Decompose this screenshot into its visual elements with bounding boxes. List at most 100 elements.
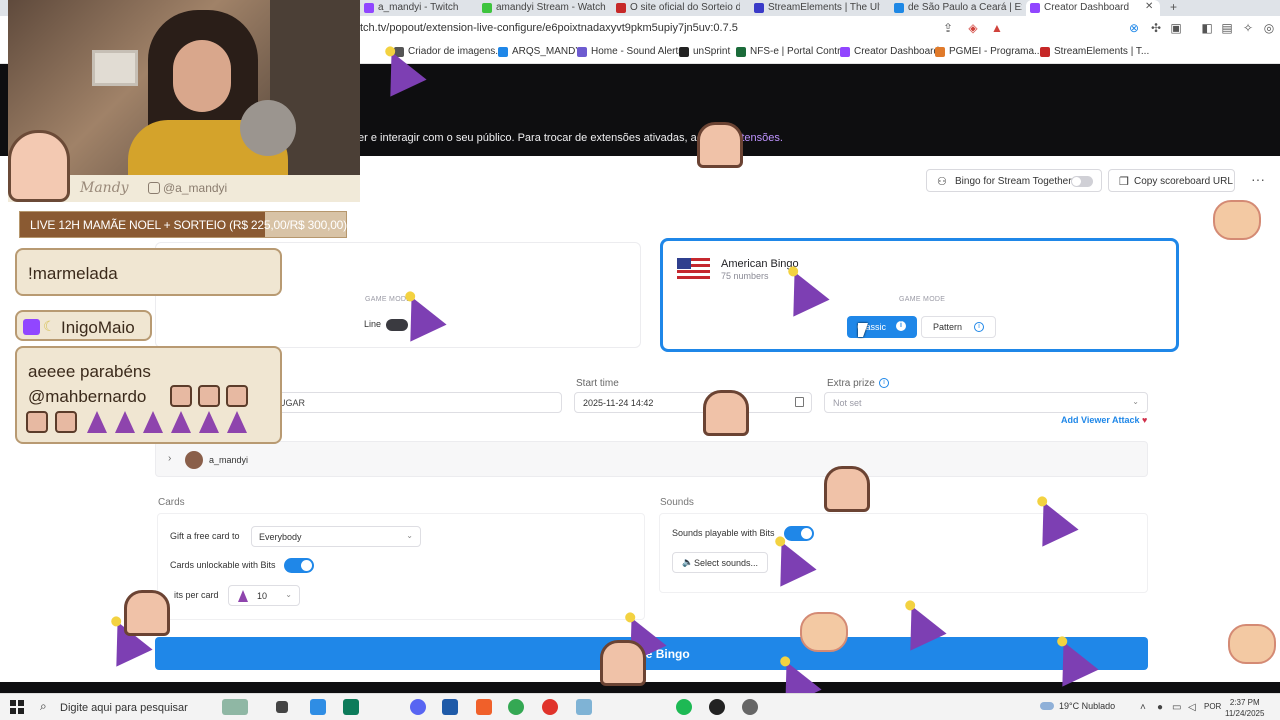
emote-icon — [170, 385, 192, 407]
camera-icon[interactable]: ▣ — [1169, 21, 1183, 35]
tab-twitch[interactable]: a_mandyi - Twitch — [360, 0, 478, 16]
brave-icon[interactable] — [476, 699, 492, 715]
chevron-down-icon: ⌄ — [406, 531, 413, 540]
streamer-face-graphic — [173, 40, 231, 112]
bookmark-item[interactable]: PGMEI - Programa... — [935, 46, 1042, 57]
sounds-section-title: Sounds — [660, 497, 694, 508]
cat-sticker — [1228, 624, 1276, 664]
cat-sticker — [1213, 200, 1261, 240]
brave-shield-icon[interactable]: ◈ — [966, 21, 980, 35]
moon-icon: ☾ — [43, 318, 56, 334]
windows-start-icon[interactable] — [10, 700, 24, 714]
pattern-mode-button[interactable]: Pattern i — [921, 316, 996, 338]
chat-message: !marmelada — [15, 248, 282, 296]
chevron-up-icon[interactable]: ˄ — [1140, 702, 1146, 713]
game-mode-label: GAME MODE — [899, 296, 946, 303]
search-highlight-icon[interactable] — [222, 699, 248, 715]
tab-creator-dashboard[interactable]: Creator Dashboard — [1026, 0, 1160, 16]
streamer-sticker — [124, 590, 170, 636]
task-view-icon[interactable] — [276, 701, 288, 713]
add-viewer-attack-link[interactable]: Add Viewer Attack ♥ — [1061, 415, 1147, 425]
clock[interactable]: 2:37 PM 11/24/2025 — [1225, 697, 1264, 719]
sorteio-icon — [616, 3, 626, 13]
discord-icon[interactable] — [410, 699, 426, 715]
bookmark-item[interactable]: StreamElements | T... — [1040, 46, 1149, 57]
emote-icon — [26, 411, 48, 433]
copy-scoreboard-url-button[interactable]: ❐ Copy scoreboard URL — [1108, 169, 1235, 192]
cards-unlockable-label: Cards unlockable with Bits — [170, 560, 276, 570]
extension-icon[interactable]: ⊗ — [1127, 21, 1141, 35]
opera-icon[interactable] — [542, 699, 558, 715]
close-tab-icon[interactable]: ✕ — [1145, 1, 1153, 12]
party-hat-emote-icon — [87, 411, 107, 433]
streamer-row[interactable]: › a_mandyi — [155, 441, 1148, 477]
twitch-icon — [364, 3, 374, 13]
nfse-icon — [736, 47, 746, 57]
volume-icon[interactable]: ◁ — [1188, 702, 1196, 713]
stream-together-toggle-button[interactable]: ⚇ Bingo for Stream Together — [926, 169, 1102, 192]
chevron-down-icon: ⌄ — [285, 590, 292, 599]
chevron-right-icon[interactable]: › — [168, 453, 171, 464]
streamelements-icon — [754, 3, 764, 13]
bits-per-card-select[interactable]: 10 ⌄ — [228, 585, 300, 606]
tab-sorteio[interactable]: O site oficial do Sorteio de — [612, 0, 740, 16]
edge-icon[interactable] — [343, 699, 359, 715]
streamer-sticker — [697, 122, 743, 168]
microphone-icon[interactable]: ● — [1157, 702, 1163, 713]
settings-gear-icon[interactable] — [742, 699, 758, 715]
webcam-overlay: Mandy @a_mandyi — [8, 0, 360, 202]
bookmark-item[interactable]: NFS-e | Portal Contr... — [736, 46, 848, 57]
gift-card-select[interactable]: Everybody ⌄ — [251, 526, 421, 547]
wallet-icon[interactable]: ▤ — [1220, 21, 1234, 35]
info-icon[interactable]: i — [896, 321, 906, 331]
bookmark-item[interactable]: unSprint — [679, 46, 730, 57]
tab-streamelements[interactable]: StreamElements | The Ultim — [750, 0, 880, 16]
puzzle-icon[interactable]: ✣ — [1149, 21, 1163, 35]
select-sounds-button[interactable]: 🔈 Select sounds... — [672, 552, 768, 573]
app-icon[interactable] — [576, 699, 592, 715]
kick-icon — [482, 3, 492, 13]
start-time-input[interactable]: 2025-11-24 14:42 — [574, 392, 812, 413]
network-icon[interactable]: ▭ — [1172, 702, 1181, 713]
american-bingo-card[interactable]: American Bingo 75 numbers GAME MODE Clas… — [660, 238, 1179, 352]
sidebar-icon[interactable]: ◧ — [1200, 21, 1214, 35]
bingo-title-input[interactable]: UGAR — [270, 392, 562, 413]
goal-text: LIVE 12H MAMÃE NOEL + SORTEIO (R$ 225,00… — [30, 218, 347, 232]
brave-rewards-icon[interactable]: ▲ — [990, 21, 1004, 35]
store-icon[interactable] — [442, 699, 458, 715]
weather-widget[interactable]: 19°C Nublado — [1040, 701, 1115, 711]
webcam-handle: @a_mandyi — [148, 181, 227, 195]
tab-news[interactable]: de São Paulo a Ceará | Expli — [890, 0, 1022, 16]
chat-message-text: !marmelada — [28, 264, 118, 283]
more-options-button[interactable]: ··· — [1248, 171, 1268, 189]
obs-icon[interactable] — [709, 699, 725, 715]
chrome-icon[interactable] — [508, 699, 524, 715]
url-text[interactable]: tch.tv/popout/extension-live-configure/e… — [360, 22, 738, 34]
bookmark-item[interactable]: Creator Dashboard — [840, 46, 939, 57]
info-icon[interactable]: i — [974, 322, 984, 332]
calendar-icon — [795, 397, 804, 407]
copilot-icon[interactable] — [310, 699, 326, 715]
american-bingo-subtitle: 75 numbers — [721, 271, 769, 281]
cat-sticker — [800, 612, 848, 652]
info-icon[interactable]: i — [879, 378, 889, 388]
leo-icon[interactable]: ✧ — [1241, 21, 1255, 35]
avatar — [185, 451, 203, 469]
share-icon[interactable]: ⇪ — [941, 21, 955, 35]
mascot-avatar — [8, 130, 70, 202]
mouse-cursor-icon — [858, 323, 868, 337]
language-indicator[interactable]: POR — [1204, 702, 1221, 711]
extra-prize-select[interactable]: Not set ⌄ — [824, 392, 1148, 413]
american-bingo-title: American Bingo — [721, 258, 799, 270]
bookmark-item[interactable]: ARQS_MANDY — [498, 46, 582, 57]
vpn-icon[interactable]: ◎ — [1262, 21, 1276, 35]
new-tab-icon[interactable]: + — [1170, 0, 1177, 14]
streamer-sticker — [703, 390, 749, 436]
bookmark-item[interactable]: Home - Sound Alerts — [577, 46, 683, 57]
sounds-playable-label: Sounds playable with Bits — [672, 528, 775, 538]
taskbar-search[interactable]: ⌕ Digite aqui para pesquisar — [32, 695, 217, 720]
cards-unlockable-toggle[interactable] — [284, 558, 314, 573]
tab-watch[interactable]: amandyi Stream - Watch — [478, 0, 606, 16]
spotify-icon[interactable] — [676, 699, 692, 715]
stream-together-toggle[interactable] — [1071, 176, 1093, 187]
